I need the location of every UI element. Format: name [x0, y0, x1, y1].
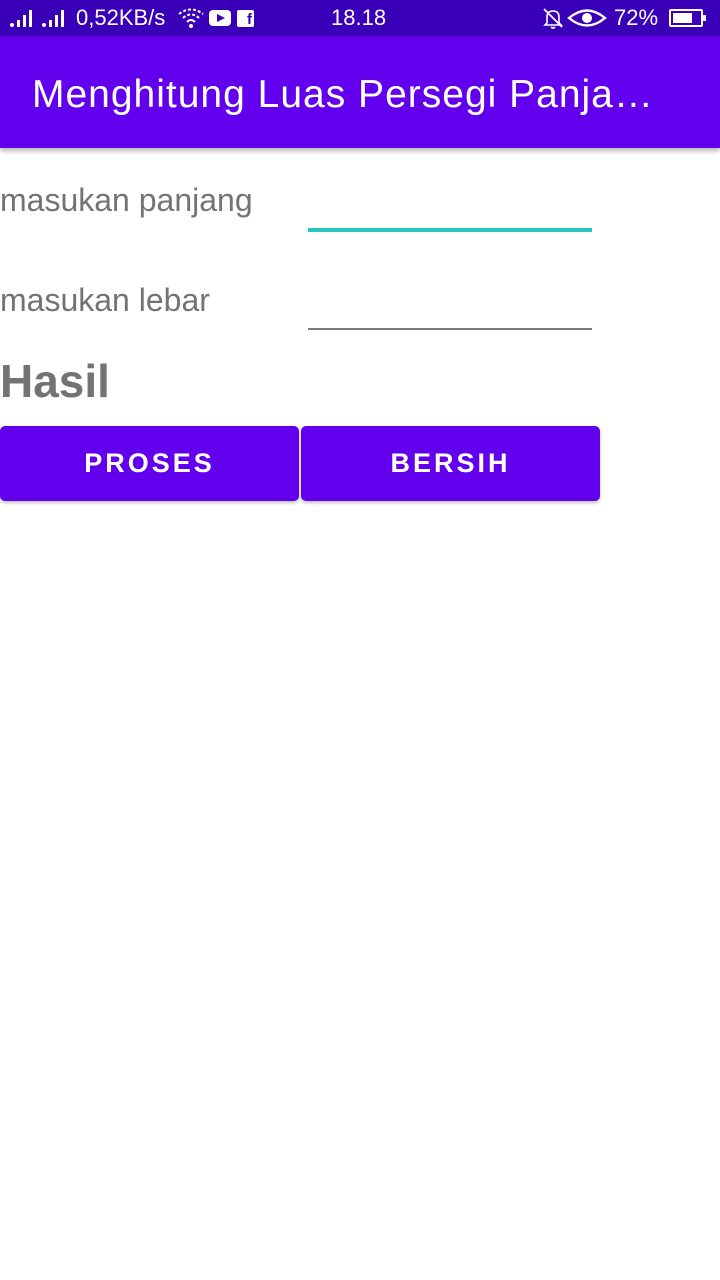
eye-icon [567, 0, 607, 36]
app-bar: Menghitung Luas Persegi Panja… [0, 36, 720, 148]
battery-icon [669, 0, 706, 36]
wifi-icon [178, 0, 204, 36]
status-time: 18.18 [331, 5, 387, 30]
network-speed: 0,52KB/s [76, 5, 166, 30]
lebar-input[interactable] [308, 290, 592, 330]
proses-button[interactable]: PROSES [0, 426, 299, 501]
signal-icon [10, 0, 64, 36]
result-text: Hasil [0, 355, 110, 407]
lebar-label: masukan lebar [0, 282, 210, 318]
panjang-label: masukan panjang [0, 182, 253, 218]
app-title: Menghitung Luas Persegi Panja… [32, 73, 654, 116]
mute-icon [542, 0, 564, 36]
facebook-icon: f [237, 0, 254, 36]
status-bar: 0,52KB/s f 18.18 72% [0, 0, 720, 36]
youtube-icon [209, 0, 231, 36]
bersih-button[interactable]: BERSIH [301, 426, 600, 501]
battery-percent: 72% [614, 5, 659, 30]
panjang-input[interactable] [308, 192, 592, 232]
